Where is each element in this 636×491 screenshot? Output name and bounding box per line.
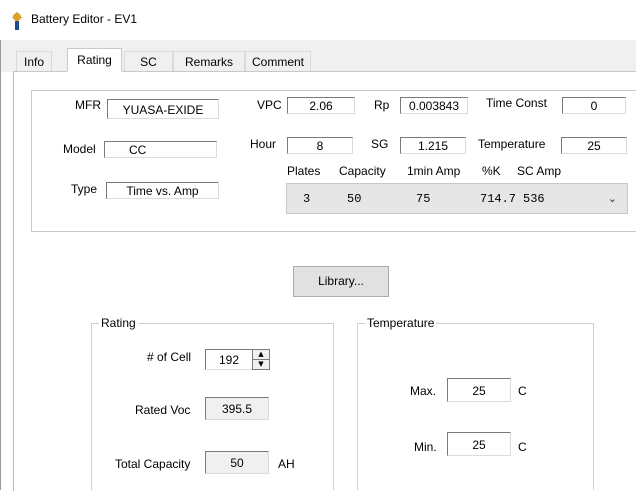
tab-comment[interactable]: Comment — [245, 51, 311, 71]
min-temp-unit: C — [518, 440, 527, 454]
model-field[interactable]: CC — [104, 141, 217, 158]
selected-pct-k: 714.7 — [480, 192, 517, 206]
one-min-amp-header: 1min Amp — [407, 164, 461, 178]
num-cells-stepper[interactable]: ▲ ▼ — [252, 349, 270, 370]
selected-plates: 3 — [303, 192, 311, 206]
tab-remarks[interactable]: Remarks — [173, 51, 245, 71]
max-temp-unit: C — [518, 384, 527, 398]
hour-field[interactable]: 8 — [287, 137, 353, 154]
temperature-group — [357, 323, 594, 490]
vpc-field[interactable]: 2.06 — [287, 97, 355, 114]
tab-rating[interactable]: Rating — [67, 48, 122, 72]
min-temp-field[interactable]: 25 — [447, 432, 511, 456]
max-temp-field[interactable]: 25 — [447, 378, 511, 402]
total-capacity-field: 50 — [205, 451, 269, 474]
capacity-header: Capacity — [339, 164, 386, 178]
tab-info[interactable]: Info — [16, 51, 52, 71]
rated-voc-field: 395.5 — [205, 397, 269, 420]
type-label: Type — [71, 182, 98, 196]
rated-voc-label: Rated Voc — [135, 403, 191, 417]
time-const-label: Time Const — [486, 96, 547, 110]
window-title: Battery Editor - EV1 — [31, 12, 138, 26]
sg-label: SG — [371, 137, 389, 151]
capacity-select[interactable]: 3 50 75 714.7 536 ⌄ — [286, 183, 628, 214]
window-left-border — [0, 40, 1, 490]
temperature-field[interactable]: 25 — [561, 137, 627, 154]
temperature-group-title: Temperature — [365, 316, 437, 330]
selected-one-min-amp: 75 — [416, 192, 431, 206]
plates-header: Plates — [287, 164, 321, 178]
min-temp-label: Min. — [414, 440, 437, 454]
battery-app-icon — [12, 12, 22, 30]
rating-group-title: Rating — [99, 316, 138, 330]
stepper-up-icon[interactable]: ▲ — [253, 350, 269, 360]
mfr-label: MFR — [75, 98, 101, 112]
sc-amp-header: SC Amp — [517, 164, 562, 178]
num-cells-label: # of Cell — [147, 350, 192, 364]
rp-label: Rp — [374, 98, 390, 112]
model-label: Model — [63, 142, 96, 156]
mfr-field[interactable]: YUASA-EXIDE — [107, 99, 219, 119]
hour-label: Hour — [250, 137, 277, 151]
temperature-label: Temperature — [478, 137, 546, 151]
stepper-down-icon[interactable]: ▼ — [253, 360, 269, 369]
type-field[interactable]: Time vs. Amp — [106, 182, 219, 199]
sg-field[interactable]: 1.215 — [400, 137, 466, 154]
selected-sc-amp: 536 — [523, 192, 545, 206]
tab-sc[interactable]: SC — [124, 51, 173, 71]
time-const-field[interactable]: 0 — [562, 97, 626, 114]
rp-field[interactable]: 0.003843 — [400, 97, 468, 114]
total-capacity-label: Total Capacity — [115, 457, 191, 471]
max-temp-label: Max. — [410, 384, 437, 398]
selected-capacity: 50 — [347, 192, 362, 206]
total-capacity-unit: AH — [278, 457, 295, 471]
vpc-label: VPC — [257, 98, 282, 112]
chevron-down-icon[interactable]: ⌄ — [608, 192, 617, 205]
pct-k-header: %K — [482, 164, 501, 178]
num-cells-field[interactable]: 192 — [205, 349, 253, 370]
library-button[interactable]: Library... — [293, 266, 389, 297]
